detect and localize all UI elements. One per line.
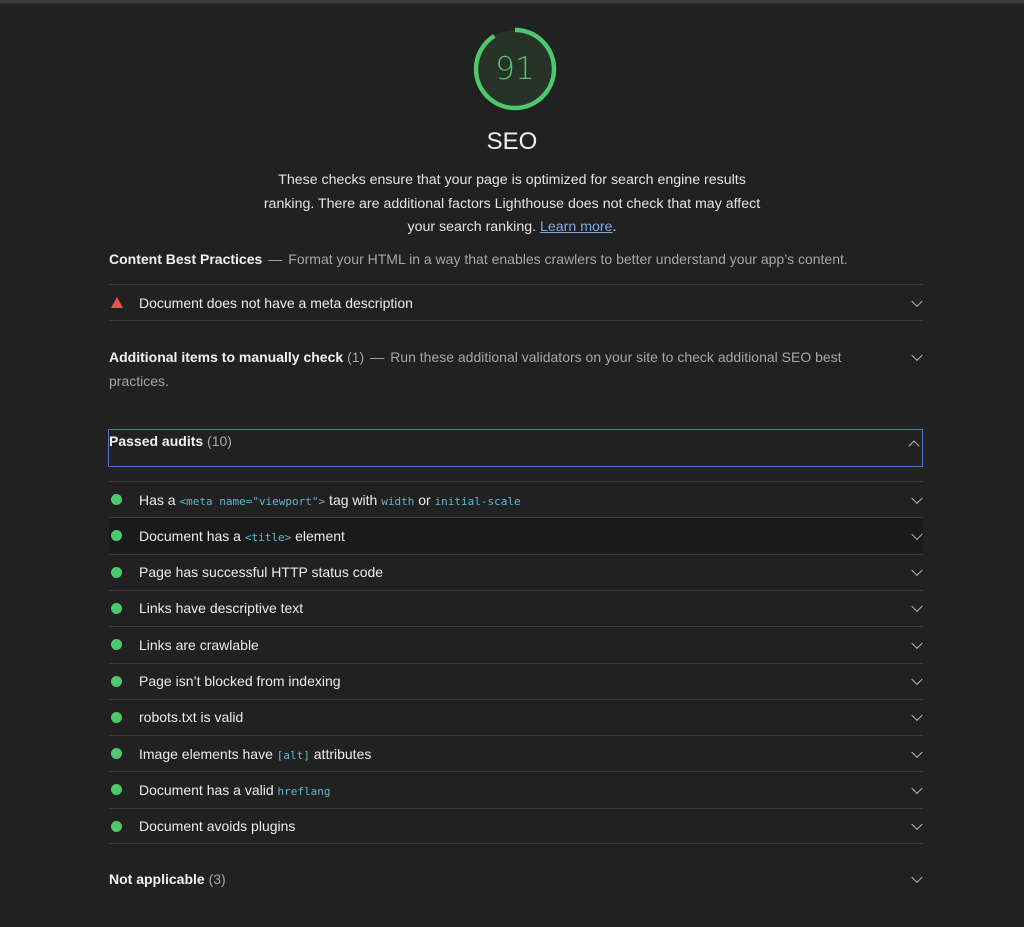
code-snippet: <meta name="viewport"> [179,494,326,508]
passed-audit-row[interactable]: Links are crawlable [109,626,923,662]
audit-title: Links have descriptive text [139,600,923,616]
divider [109,320,923,321]
group-content-best-practices: Content Best Practices — Format your HTML … [109,247,923,271]
audit-title: Page isn’t blocked from indexing [139,673,923,689]
passed-audits-toggle[interactable]: Passed audits (10) [108,429,923,467]
seo-score-gauge[interactable]: 91 [472,26,558,112]
group-header: Content Best Practices — Format your HTML … [109,247,923,271]
audit-title: Document has a <title> element [139,528,923,544]
passed-audit-row[interactable]: Has a <meta name="viewport"> tag with wi… [109,481,923,517]
pass-dot-icon [111,675,122,687]
gauge-score: 91 [495,51,535,87]
code-snippet: hreflang [277,784,331,798]
not-applicable-toggle[interactable]: Not applicable (3) [109,867,923,891]
audit-title-text: tag with [325,491,382,508]
top-border [0,0,1024,4]
divider [109,843,923,844]
audit-title-text: Document has a valid [139,781,278,798]
group-separator: — [268,251,283,267]
pass-dot-icon [111,602,122,614]
audit-title-text: Page has successful HTTP status code [139,564,384,581]
audit-title-text: or [414,491,435,508]
audit-title: Has a <meta name="viewport"> tag with wi… [139,492,923,508]
code-snippet: <title> [244,530,292,544]
audit-title: Image elements have [alt] attributes [139,746,923,762]
pass-dot-icon [111,494,122,505]
audit-title: robots.txt is valid [139,709,923,725]
passed-audit-row[interactable]: robots.txt is valid [109,698,923,735]
description-end: . [612,219,617,235]
description-text: These checks ensure that your page is op… [263,172,761,235]
audit-title-text: element [291,527,345,544]
audit-title: Document does not have a meta descriptio… [139,294,413,311]
pass-dot-icon [111,566,122,578]
pass-dot-icon [111,748,122,760]
audit-title-text: attributes [309,745,372,762]
passed-audit-row[interactable]: Document has a <title> element [109,517,923,554]
not-applicable-count: (3) [208,871,226,887]
audit-title: Document has a valid hreflang [139,782,923,798]
group-description: Format your HTML in a way that enables c… [288,251,848,267]
passed-audit-row[interactable]: Links have descriptive text [109,589,923,626]
code-snippet: width [381,494,415,508]
audit-title-text: Document has a [139,527,245,544]
chevron-up-icon[interactable] [908,440,920,452]
audit-title: Page has successful HTTP status code [139,564,923,580]
passed-audit-row[interactable]: Document has a valid hreflang [109,771,923,807]
chevron-down-icon[interactable] [911,871,923,884]
audit-title-text: Image elements have [139,745,277,762]
not-applicable-title: Not applicable [109,871,205,887]
pass-dot-icon [111,639,122,651]
learn-more-link[interactable]: Learn more [540,219,613,235]
passed-audit-row[interactable]: Page isn’t blocked from indexing [109,662,923,699]
audit-title-text: Page isn’t blocked from indexing [139,673,341,689]
group-title: Content Best Practices [109,251,263,267]
audit-title-text: Links have descriptive text [139,600,304,617]
pass-dot-icon [111,820,122,832]
chevron-down-icon[interactable] [911,349,923,362]
category-description: These checks ensure that your page is op… [262,169,762,240]
pass-dot-icon [111,711,122,723]
code-snippet: [alt] [276,748,310,762]
audit-title-text: Has a [139,491,180,508]
passed-audit-row[interactable]: Document avoids plugins [109,807,923,844]
code-snippet: initial-scale [434,494,521,508]
fail-triangle-icon [111,297,123,308]
passed-audits-count: (10) [207,433,232,449]
passed-audit-row[interactable]: Page has successful HTTP status code [109,553,923,590]
audit-title-text: Document avoids plugins [139,818,296,835]
manual-check-toggle[interactable] [109,345,923,369]
audit-meta-description[interactable]: Document does not have a meta descriptio… [109,284,923,320]
audit-title: Links are crawlable [139,637,923,653]
audit-title: Document avoids plugins [139,818,923,834]
audit-title-text: Links are crawlable [139,636,259,653]
passed-audit-row[interactable]: Image elements have [alt] attributes [109,735,923,771]
audit-title-text: robots.txt is valid [139,709,244,726]
category-title: SEO [486,128,538,155]
pass-dot-icon [111,784,122,796]
pass-dot-icon [111,530,122,542]
passed-audits-title: Passed audits [109,433,204,449]
